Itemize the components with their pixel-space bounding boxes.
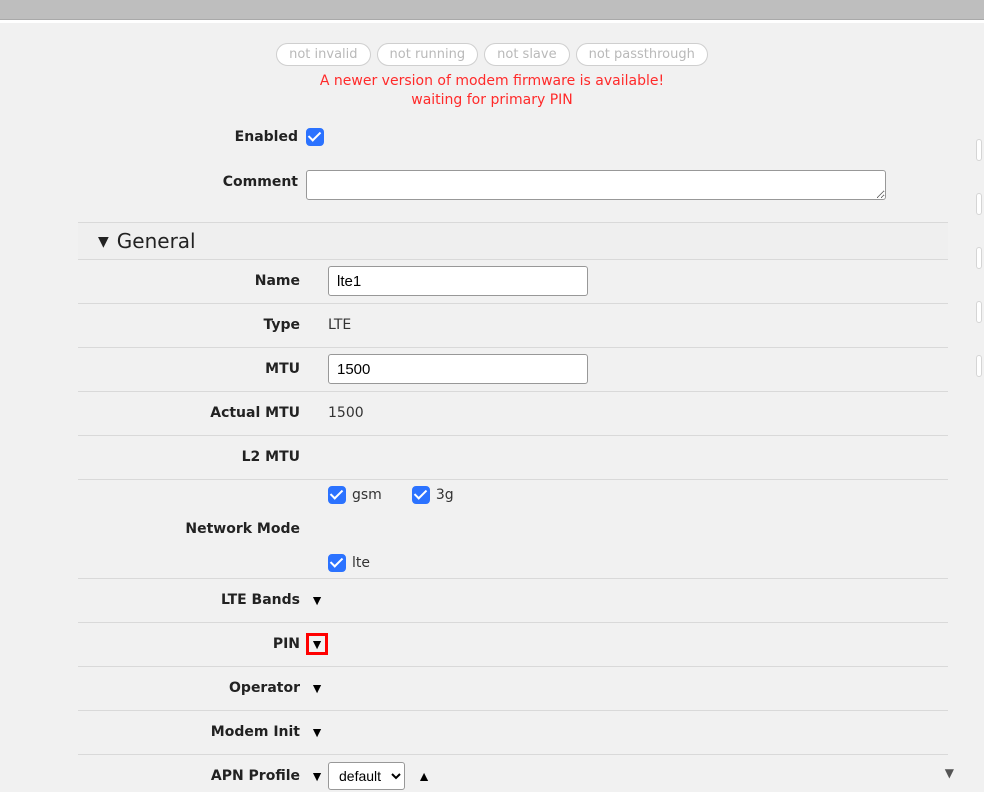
label-l2-mtu: L2 MTU [86, 449, 306, 465]
row-mtu: MTU [78, 348, 948, 392]
row-network-mode: Network Mode gsm 3g lte [78, 480, 948, 579]
value-type: LTE [328, 317, 940, 333]
alert-messages: A newer version of modem firmware is ava… [4, 72, 980, 110]
checkbox-enabled[interactable] [306, 128, 324, 146]
expand-modem-init-button[interactable]: ▼ [306, 721, 328, 743]
status-pill-container: not invalid not running not slave not pa… [4, 43, 980, 66]
label-modem-init: Modem Init [86, 724, 306, 740]
row-modem-init: Modem Init ▼ [78, 711, 948, 755]
window-titlebar-edge [0, 20, 984, 23]
right-gutter-stubs [976, 139, 982, 377]
triangle-down-icon: ▼ [98, 234, 109, 250]
label-network-3g: 3g [436, 487, 454, 503]
label-name: Name [86, 273, 306, 289]
row-enabled: Enabled [78, 114, 948, 160]
expand-operator-button[interactable]: ▼ [306, 677, 328, 699]
row-type: Type LTE [78, 304, 948, 348]
form-scroll-area[interactable]: Enabled Comment ▼ General Name [4, 114, 980, 792]
alert-pin: waiting for primary PIN [4, 91, 980, 110]
value-actual-mtu: 1500 [328, 405, 940, 421]
label-enabled: Enabled [86, 129, 306, 145]
expand-apn-profile-button[interactable]: ▼ [306, 765, 328, 787]
label-actual-mtu: Actual MTU [86, 405, 306, 421]
row-lte-bands: LTE Bands ▼ [78, 579, 948, 623]
triangle-down-icon: ▼ [310, 680, 324, 696]
name-field[interactable] [328, 266, 588, 296]
status-pill-not-slave: not slave [484, 43, 569, 66]
label-type: Type [86, 317, 306, 333]
row-name: Name [78, 260, 948, 304]
status-pill-not-running: not running [377, 43, 479, 66]
window-titlebar [0, 0, 984, 20]
triangle-down-icon: ▼ [310, 592, 324, 608]
label-network-mode: Network Mode [86, 521, 306, 537]
apn-profile-up-button[interactable]: ▲ [413, 765, 435, 787]
apn-profile-select[interactable]: default [328, 762, 405, 790]
scroll-hint-down-icon: ▼ [945, 766, 954, 780]
row-l2-mtu: L2 MTU [78, 436, 948, 480]
checkbox-network-lte[interactable] [328, 554, 346, 572]
mtu-field[interactable] [328, 354, 588, 384]
row-operator: Operator ▼ [78, 667, 948, 711]
label-network-gsm: gsm [352, 487, 382, 503]
checkbox-network-gsm[interactable] [328, 486, 346, 504]
label-apn-profile: APN Profile [86, 768, 306, 784]
row-actual-mtu: Actual MTU 1500 [78, 392, 948, 436]
label-network-lte: lte [352, 555, 370, 571]
section-general-title: General [117, 229, 196, 253]
status-pill-not-invalid: not invalid [276, 43, 370, 66]
triangle-down-icon: ▼ [310, 724, 324, 740]
status-pill-not-passthrough: not passthrough [576, 43, 708, 66]
section-general-header[interactable]: ▼ General [78, 222, 948, 260]
row-pin: PIN ▼ [78, 623, 948, 667]
label-mtu: MTU [86, 361, 306, 377]
comment-field[interactable] [306, 170, 886, 200]
label-lte-bands: LTE Bands [86, 592, 306, 608]
expand-pin-button[interactable]: ▼ [306, 633, 328, 655]
triangle-down-icon: ▼ [310, 636, 324, 652]
label-comment: Comment [86, 170, 306, 190]
expand-lte-bands-button[interactable]: ▼ [306, 589, 328, 611]
checkbox-network-3g[interactable] [412, 486, 430, 504]
row-comment: Comment [78, 160, 948, 222]
alert-firmware: A newer version of modem firmware is ava… [4, 72, 980, 91]
triangle-down-icon: ▼ [310, 768, 324, 784]
label-pin: PIN [86, 636, 306, 652]
row-apn-profile: APN Profile ▼ default ▲ [78, 755, 948, 792]
triangle-up-icon: ▲ [417, 768, 431, 784]
label-operator: Operator [86, 680, 306, 696]
